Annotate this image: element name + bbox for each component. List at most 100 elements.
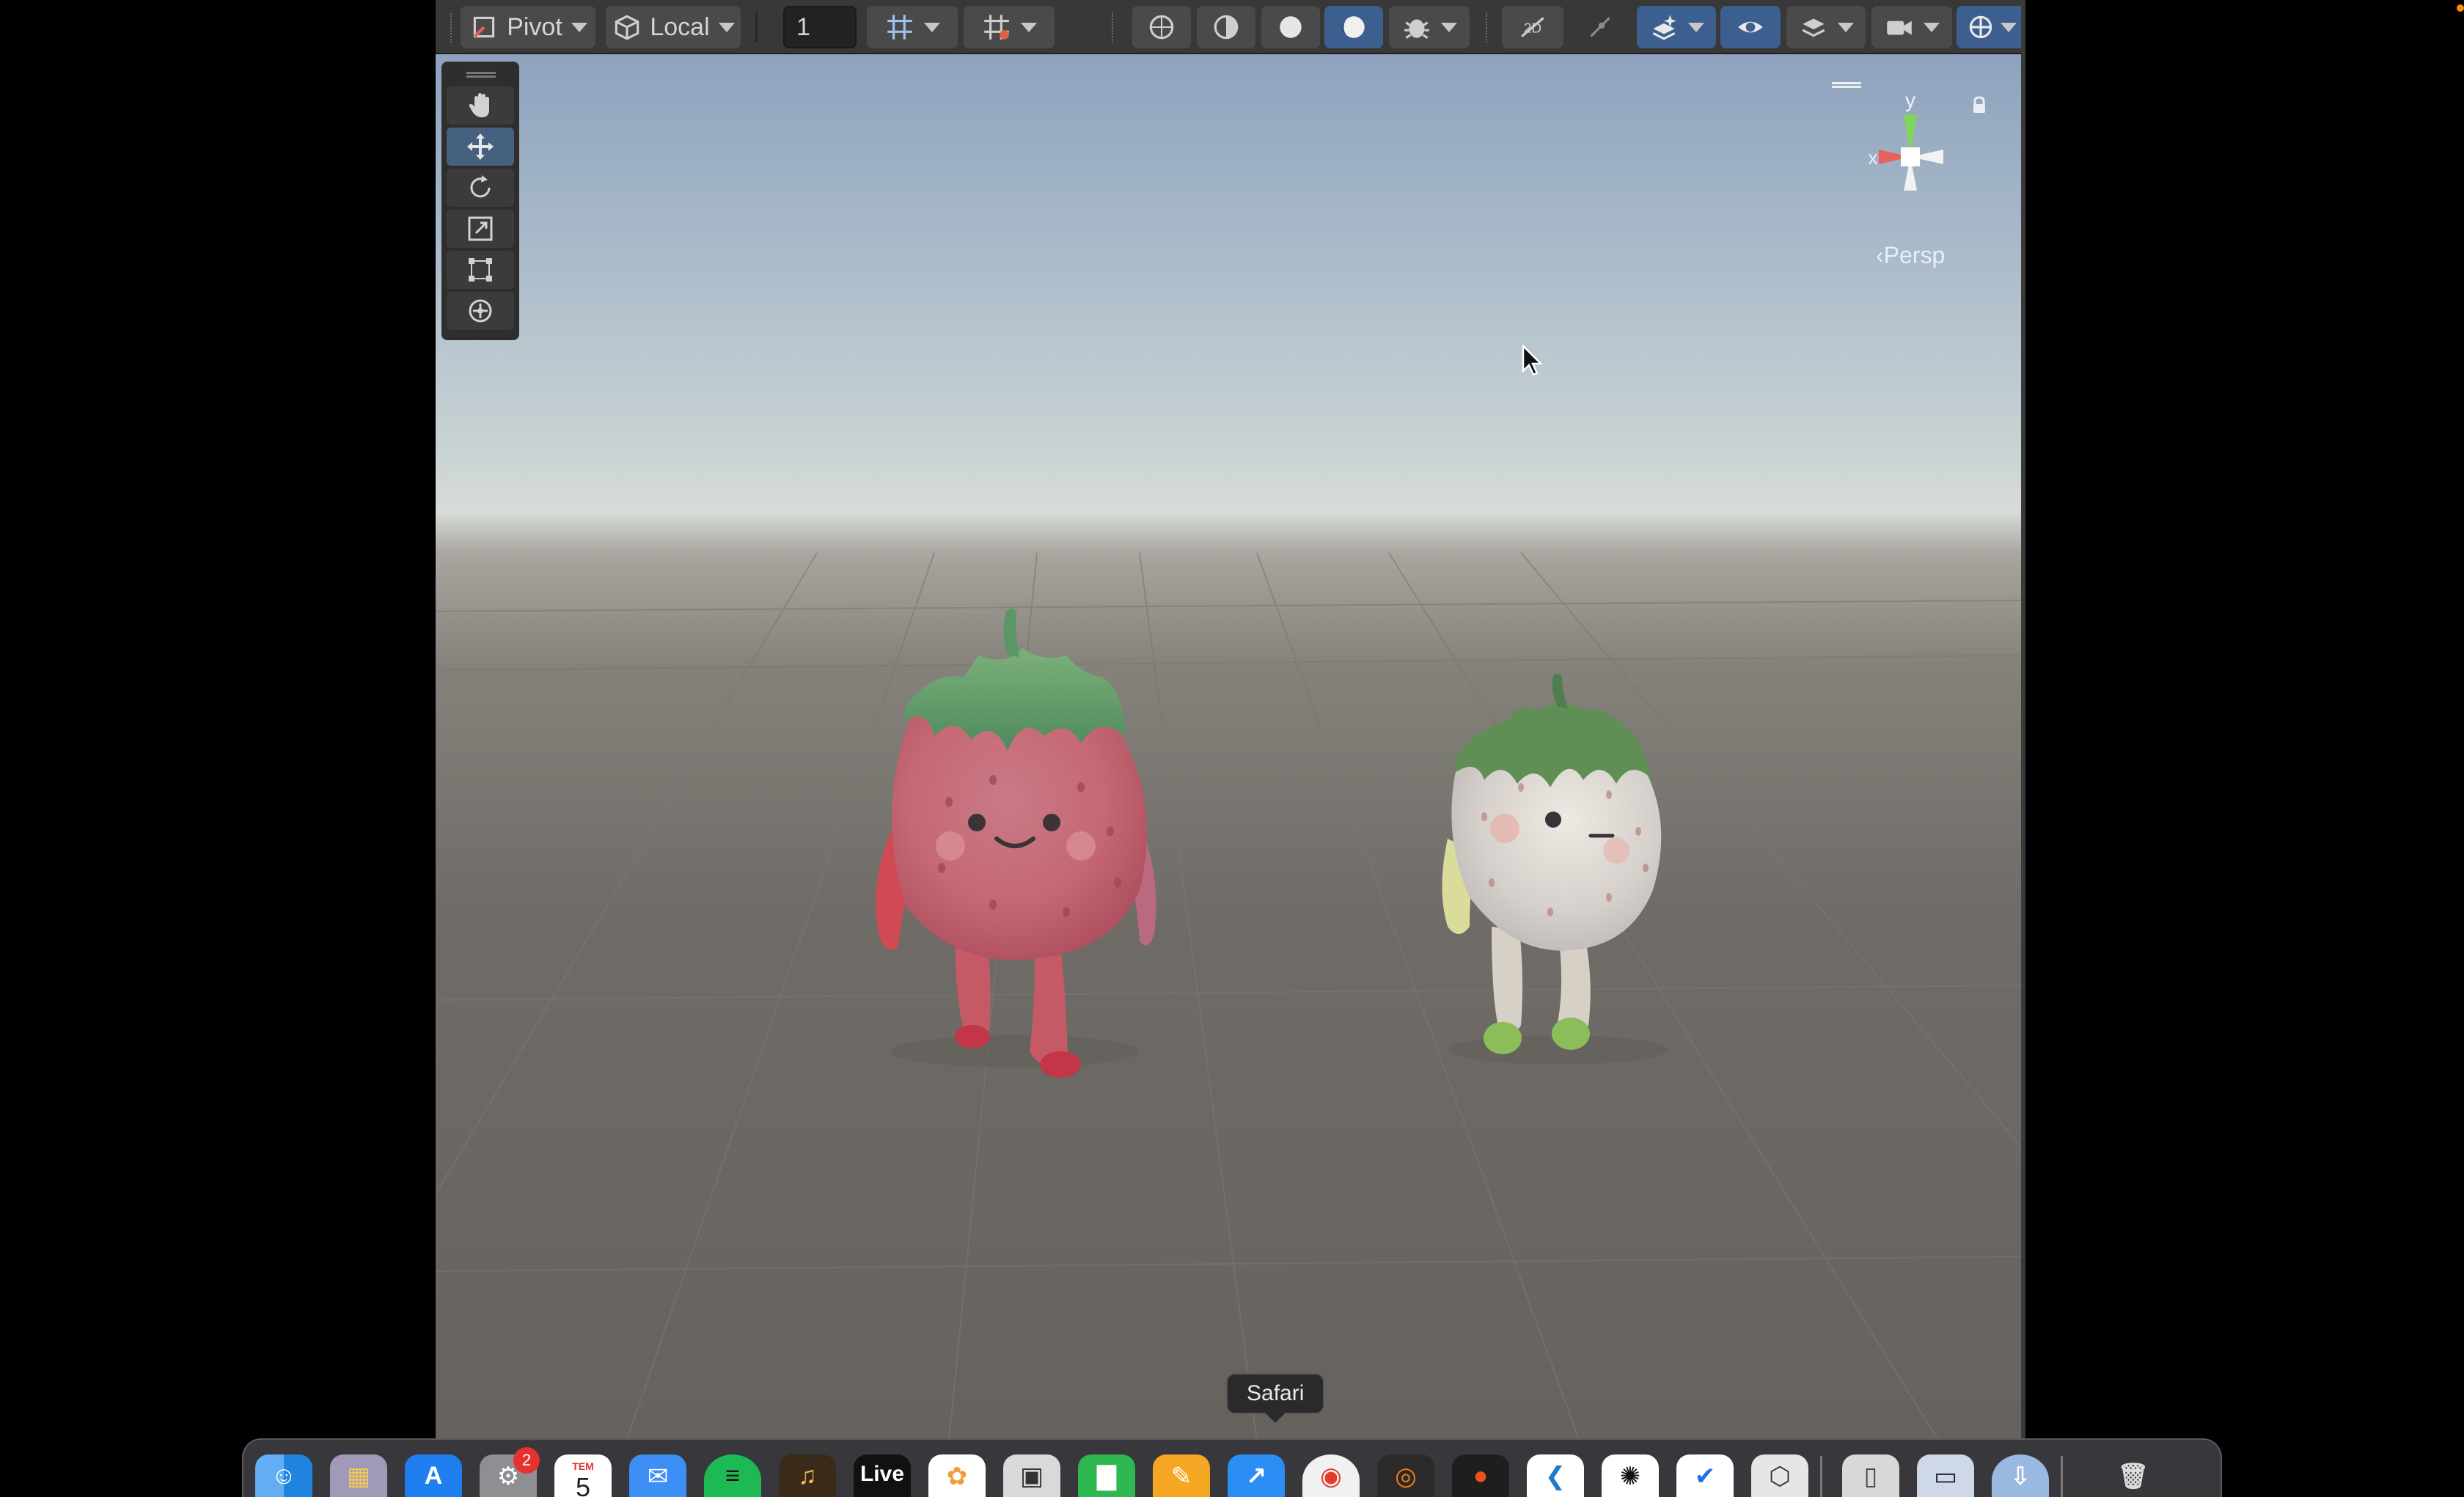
- snap-increment-input[interactable]: 1: [783, 6, 857, 48]
- mail-app[interactable]: ✉: [629, 1454, 686, 1497]
- finder-face-icon: ☺: [271, 1462, 297, 1490]
- blender-app[interactable]: ◎: [1377, 1454, 1434, 1497]
- x-axis-label: x: [1869, 147, 1878, 169]
- unity-editor-window: Pivot Local 1 y x ‹Persp: [436, 0, 2025, 1441]
- gizmos-dropdown[interactable]: [1957, 6, 2025, 48]
- notification-badge: 2: [513, 1447, 540, 1474]
- pivot-icon: [474, 16, 495, 38]
- scene-viewport[interactable]: y x ‹Persp: [436, 54, 2023, 1441]
- gizmo-center-cube[interactable]: [1901, 147, 1920, 166]
- eye-icon: [1738, 21, 1763, 33]
- rotate-icon: [470, 175, 491, 198]
- vscode-app[interactable]: ❮: [1527, 1454, 1584, 1497]
- badge-count: 2: [521, 1451, 532, 1469]
- grid-visibility-toggle[interactable]: [964, 6, 1055, 48]
- window-icon: ▭: [1933, 1463, 1958, 1490]
- ground-grid: [436, 552, 2023, 1441]
- checkmark-icon: ✔: [1694, 1463, 1716, 1490]
- chevron-down-icon: [718, 22, 735, 32]
- cube-icon: [615, 15, 639, 40]
- transform-tool-button[interactable]: [447, 292, 514, 330]
- unity-hub-app[interactable]: ⬡: [1751, 1454, 1808, 1497]
- pages-app[interactable]: ✎: [1153, 1454, 1210, 1497]
- recent-window-thumbnail[interactable]: ▭: [1917, 1454, 1974, 1497]
- toolbar-grip[interactable]: [1112, 13, 1115, 43]
- chevron-down-icon: [571, 22, 587, 32]
- audio-muted-icon: [1590, 17, 1610, 37]
- move-tool-button[interactable]: [447, 128, 514, 166]
- chevron-down-icon: [1924, 22, 1940, 32]
- numbers-app[interactable]: ▇: [1078, 1454, 1135, 1497]
- rotate-tool-button[interactable]: [447, 169, 514, 207]
- photos-flower-icon: ✿: [946, 1463, 968, 1490]
- garageband-app[interactable]: ♫: [779, 1454, 836, 1497]
- figma-app[interactable]: ●: [1452, 1454, 1509, 1497]
- tasks-app[interactable]: ✔: [1676, 1454, 1734, 1497]
- spotify-app[interactable]: ≡: [704, 1454, 761, 1497]
- grid-snap-toggle[interactable]: [867, 6, 958, 48]
- finder-app[interactable]: ☺: [255, 1454, 312, 1497]
- projection-toggle[interactable]: ‹Persp: [1876, 242, 1945, 269]
- 2d-mode-toggle[interactable]: 2D: [1502, 6, 1563, 48]
- global-wireframe-button[interactable]: [1132, 6, 1191, 48]
- launchpad-app[interactable]: ▦: [330, 1454, 387, 1497]
- window-right-border: [2021, 0, 2025, 1441]
- trash-app[interactable]: 🗑: [2105, 1454, 2162, 1497]
- lit-shading-button[interactable]: [1324, 6, 1383, 48]
- scale-tool-button[interactable]: [447, 210, 514, 248]
- rect-tool-button[interactable]: [447, 251, 514, 289]
- iphone-mirroring-app[interactable]: ▯: [1842, 1454, 1899, 1497]
- bar-chart-icon: ▇: [1096, 1463, 1117, 1490]
- audio-toggle[interactable]: [1569, 6, 1631, 48]
- rect-transform-icon: [469, 258, 492, 282]
- projection-label: Persp: [1883, 242, 1946, 268]
- toolbar-grip[interactable]: [450, 13, 453, 43]
- safari-app[interactable]: ↗: [1228, 1454, 1285, 1497]
- calendar-day: 5: [575, 1472, 591, 1497]
- scene-visibility-toggle[interactable]: [1720, 6, 1781, 48]
- chatgpt-icon: ✺: [1619, 1463, 1641, 1490]
- screenshot-app[interactable]: ▣: [1003, 1454, 1060, 1497]
- red-strawberry-character[interactable]: [876, 608, 1156, 1078]
- figma-icon: ●: [1473, 1462, 1489, 1490]
- white-strawberry-character[interactable]: [1442, 674, 1668, 1064]
- wireframe-sphere-icon: [1149, 15, 1174, 40]
- envelope-icon: ✉: [647, 1463, 669, 1490]
- phone-icon: ▯: [1863, 1463, 1878, 1490]
- chevron-down-icon: [924, 22, 940, 32]
- calendar-month: TEM: [572, 1460, 594, 1472]
- space-dropdown[interactable]: Local: [606, 6, 741, 48]
- shaded-button[interactable]: [1261, 6, 1320, 48]
- compass-icon: ↗: [1245, 1463, 1267, 1490]
- shaded-wireframe-button[interactable]: [1197, 6, 1255, 48]
- ableton-live-app[interactable]: Live: [854, 1454, 911, 1497]
- fx-dropdown[interactable]: [1637, 6, 1716, 48]
- scene-orientation-gizmo[interactable]: y x ‹Persp: [1832, 69, 1993, 269]
- vscode-icon: ❮: [1544, 1463, 1566, 1490]
- palette-drag-handle[interactable]: [466, 72, 496, 78]
- scene-canvas: [436, 552, 2023, 1441]
- move-arrows-icon: [467, 133, 494, 160]
- axis-gizmo-graphic: y x: [1869, 89, 1943, 191]
- app-store-app[interactable]: A: [405, 1454, 462, 1497]
- dock-divider: [1820, 1456, 1822, 1497]
- hand-tool-button[interactable]: [447, 87, 514, 125]
- hidden-objects-dropdown[interactable]: [1786, 6, 1866, 48]
- camera-icon: [1887, 21, 1912, 35]
- camera-settings-dropdown[interactable]: [1871, 6, 1952, 48]
- spotify-icon: ≡: [725, 1462, 740, 1490]
- shaded-sphere-icon: [1280, 16, 1302, 38]
- chrome-app[interactable]: ◉: [1302, 1454, 1360, 1497]
- layers-icon: [1802, 18, 1825, 37]
- grid-snap-icon: [887, 15, 912, 40]
- space-label: Local: [650, 12, 710, 41]
- chatgpt-app[interactable]: ✺: [1602, 1454, 1659, 1497]
- toolbar-grip[interactable]: [1486, 13, 1489, 43]
- downloads-folder[interactable]: ⇩: [1992, 1454, 2049, 1497]
- effects-dropdown[interactable]: [1389, 6, 1470, 48]
- pivot-dropdown[interactable]: Pivot: [461, 6, 595, 48]
- calendar-app[interactable]: TEM 5: [554, 1454, 612, 1497]
- scene-toolbar: Pivot Local 1: [436, 0, 2025, 54]
- toolbar-separator: [755, 12, 758, 43]
- photos-app[interactable]: ✿: [928, 1454, 986, 1497]
